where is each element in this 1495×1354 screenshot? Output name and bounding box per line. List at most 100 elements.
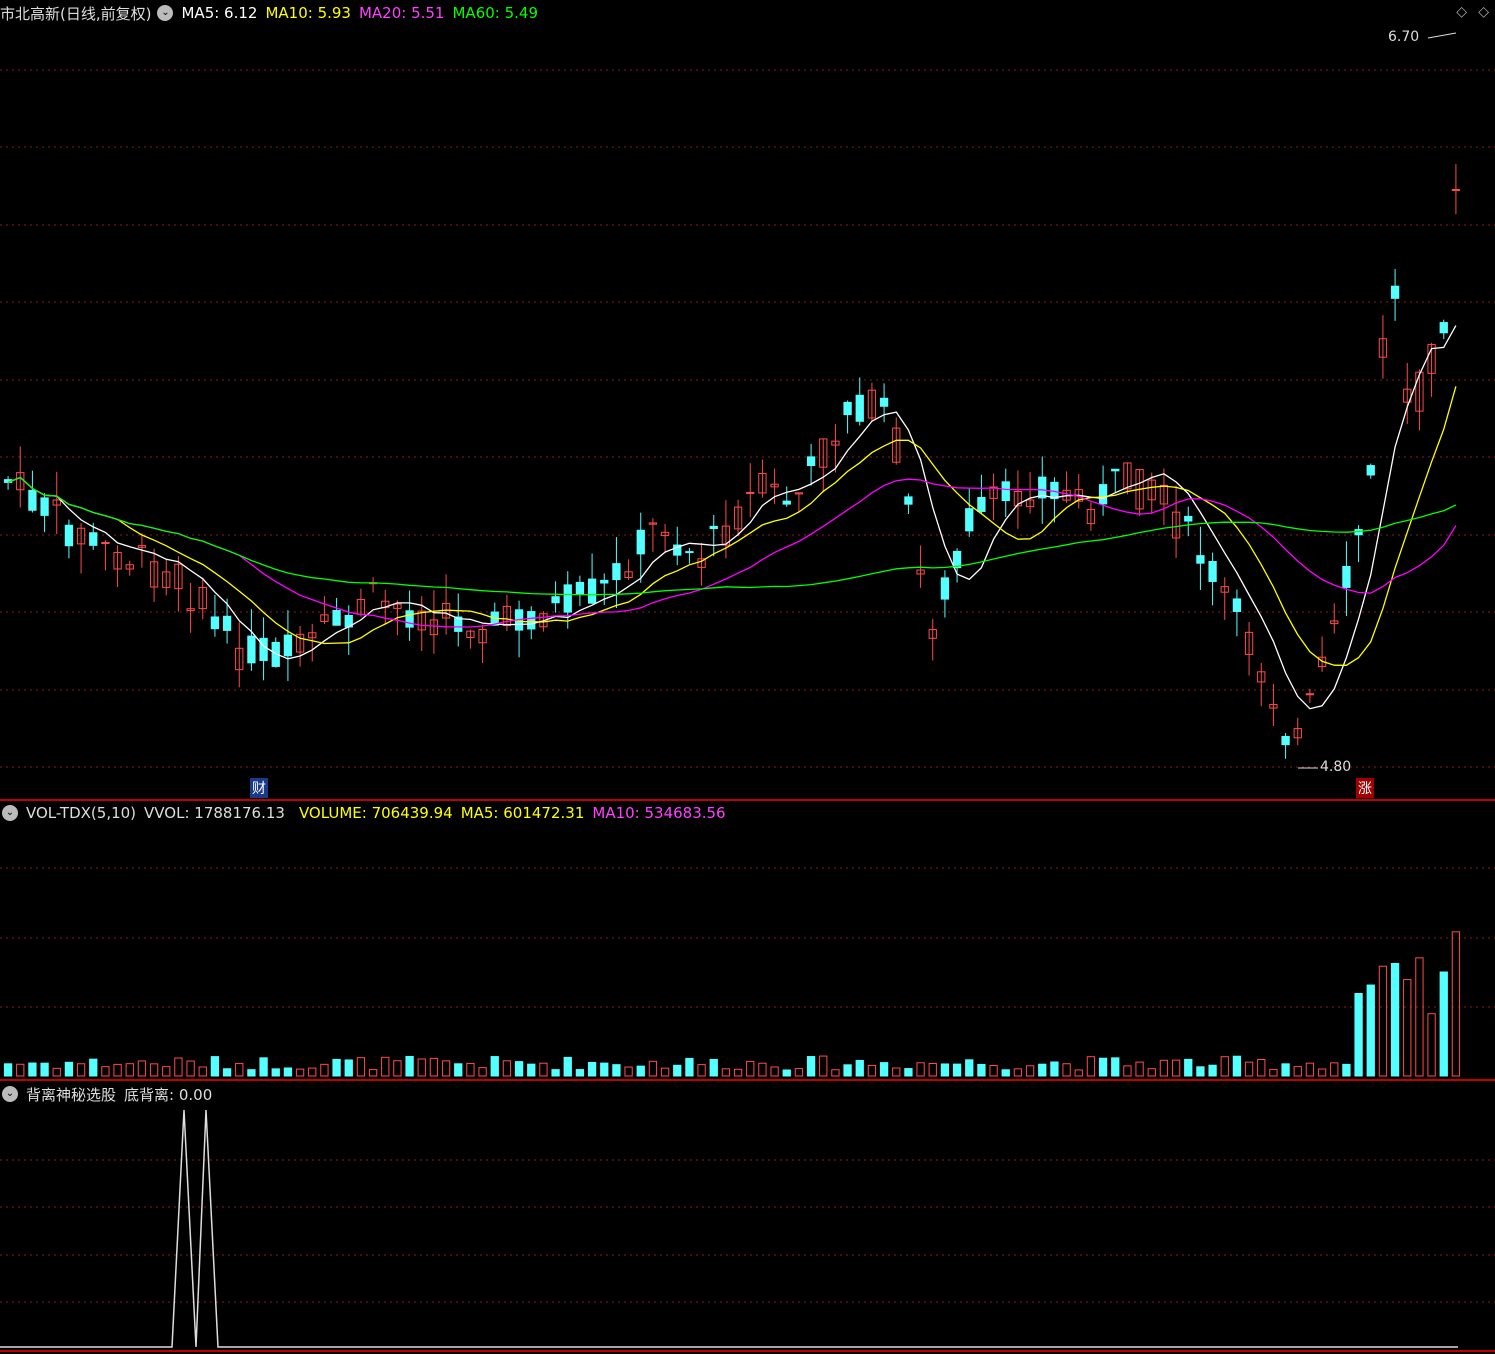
candle-body	[259, 637, 268, 661]
volume-bar	[527, 1063, 536, 1077]
volume-bar	[162, 1066, 171, 1077]
volume-bar	[514, 1061, 524, 1077]
candle-body	[64, 524, 74, 547]
candle-body	[332, 609, 341, 626]
volume-bar	[283, 1067, 293, 1077]
volume-bar	[758, 1062, 767, 1077]
volume-bar	[673, 1064, 682, 1077]
candle-body	[806, 456, 816, 467]
volume-bar	[1305, 1062, 1315, 1077]
volume-bar	[198, 1066, 207, 1077]
volume-bar	[308, 1067, 317, 1077]
high-arrow	[1427, 32, 1457, 39]
volume-bar	[1257, 1058, 1266, 1077]
volume-bar	[989, 1065, 998, 1077]
volume-bar	[235, 1062, 244, 1077]
volume-bar	[1415, 957, 1424, 1077]
volume-bar	[113, 1063, 122, 1077]
candle-body	[222, 615, 232, 631]
volume-bar	[125, 1063, 134, 1077]
candle-body	[1232, 598, 1242, 612]
volume-bar	[259, 1057, 268, 1077]
volume-bar	[1062, 1063, 1071, 1077]
volume-bar	[539, 1062, 548, 1077]
volume-bar	[429, 1057, 439, 1077]
cai-tag[interactable]: 财	[250, 778, 268, 798]
volume-bar	[940, 1063, 950, 1077]
volume-bar	[64, 1061, 74, 1077]
candle-body	[563, 584, 572, 613]
candle-body	[405, 610, 414, 628]
candle-body	[1208, 561, 1217, 582]
candle-body	[636, 529, 645, 555]
volume-bar	[892, 1067, 901, 1077]
volume-bar	[393, 1060, 402, 1077]
volume-bar	[1098, 1057, 1108, 1077]
volume-bar	[332, 1058, 341, 1077]
volume-bar	[320, 1063, 329, 1077]
volume-bar	[1171, 1059, 1181, 1077]
candle-body	[1451, 188, 1461, 191]
volume-bar	[746, 1060, 755, 1077]
volume-bar	[40, 1062, 49, 1077]
volume-bar	[806, 1056, 816, 1077]
volume-bar	[502, 1060, 512, 1077]
volume-bar	[247, 1069, 256, 1077]
stock-chart[interactable]	[0, 0, 1495, 1354]
volume-bar	[794, 1068, 804, 1077]
volume-bar	[3, 1063, 13, 1077]
volume-bar	[855, 1059, 864, 1077]
candle-body	[940, 577, 950, 600]
candle-body	[1305, 693, 1315, 696]
candle-body	[1439, 322, 1448, 334]
volume-bar	[770, 1066, 779, 1077]
candle-body	[977, 496, 986, 512]
volume-bar	[101, 1066, 110, 1077]
volume-bar	[1451, 931, 1461, 1077]
volume-bar	[1330, 1062, 1339, 1077]
candle-body	[527, 611, 536, 630]
volume-bar	[1269, 1068, 1278, 1077]
candle-body	[1281, 735, 1290, 746]
volume-bar	[709, 1058, 718, 1077]
volume-bar	[721, 1068, 731, 1077]
volume-bar	[1135, 1061, 1144, 1077]
volume-bar	[174, 1057, 183, 1077]
volume-bar	[600, 1062, 609, 1077]
volume-bar	[89, 1058, 98, 1077]
volume-bar	[1439, 971, 1448, 1077]
candle-body	[210, 616, 220, 630]
volume-bar	[1050, 1061, 1059, 1077]
volume-bar	[612, 1064, 621, 1077]
volume-bar	[16, 1063, 25, 1077]
volume-bar	[295, 1068, 305, 1077]
volume-bar	[1001, 1069, 1010, 1077]
volume-bar	[466, 1062, 475, 1077]
volume-bar	[222, 1068, 232, 1077]
indicator-line	[0, 1109, 1458, 1348]
volume-bar	[782, 1069, 791, 1077]
volume-bar	[1317, 1068, 1327, 1077]
volume-bar	[381, 1056, 390, 1077]
candle-body	[709, 525, 718, 530]
volume-bar	[563, 1056, 572, 1077]
volume-bar	[1403, 979, 1412, 1077]
volume-bar	[587, 1061, 597, 1077]
volume-bar	[636, 1065, 645, 1077]
candle-body	[843, 401, 852, 416]
candle-body	[1366, 465, 1375, 476]
candle-body	[685, 551, 694, 554]
volume-bar	[685, 1057, 694, 1077]
volume-bar	[478, 1067, 487, 1077]
candle-body	[904, 496, 913, 505]
zhang-tag[interactable]: 涨	[1356, 778, 1374, 798]
volume-bar	[916, 1062, 925, 1077]
candle-body	[28, 489, 37, 511]
candle-body	[782, 500, 791, 505]
volume-bar	[1038, 1063, 1047, 1077]
volume-bar	[1013, 1068, 1023, 1077]
volume-bar	[490, 1056, 499, 1077]
volume-bar	[1427, 1013, 1436, 1077]
volume-bar	[76, 1063, 86, 1077]
volume-bar	[1111, 1057, 1120, 1077]
